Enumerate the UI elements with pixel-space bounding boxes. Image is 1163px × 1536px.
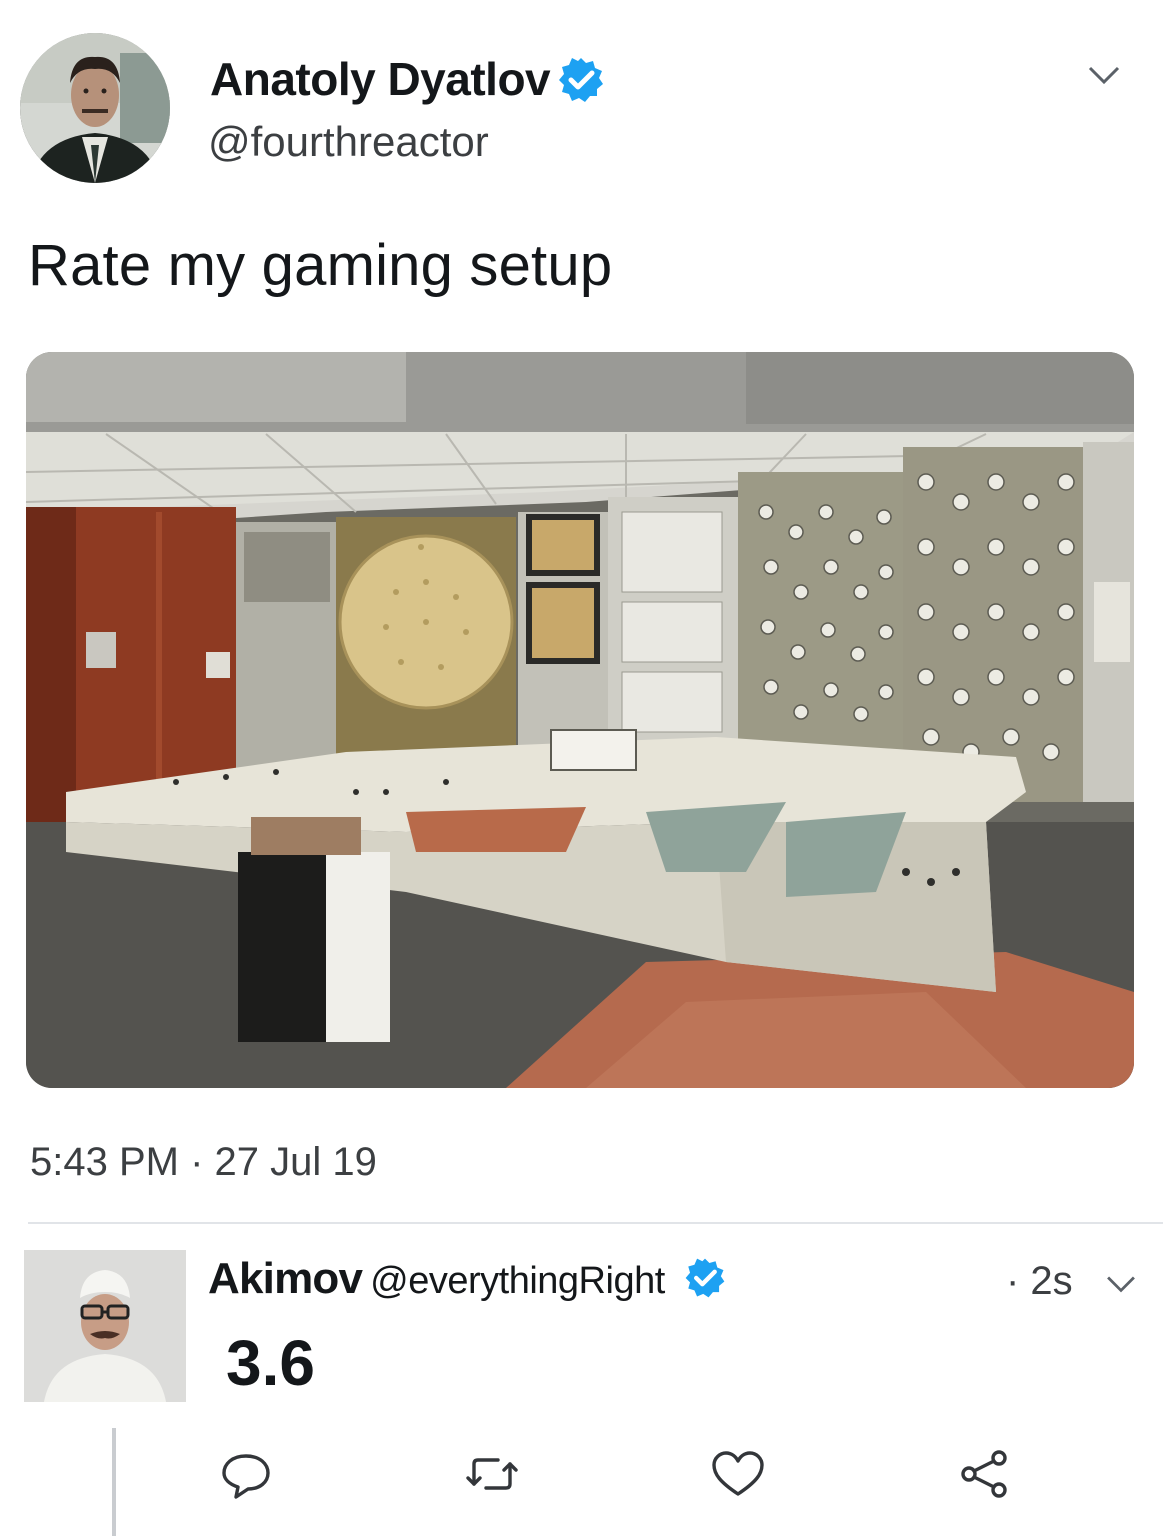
reply-icon[interactable] [216,1444,276,1504]
avatar-photo-icon [24,1250,186,1402]
like-icon[interactable] [708,1444,768,1504]
tweet-timestamp[interactable]: 5:43 PM · 27 Jul 19 [30,1140,377,1185]
reply-handle[interactable]: @everythingRight [370,1260,665,1302]
chevron-down-icon[interactable] [1086,62,1122,88]
reply-text: 3.6 [226,1327,315,1399]
reply-time[interactable]: · 2s [1006,1259,1073,1304]
reply-display-name[interactable]: Akimov [208,1254,363,1303]
chevron-down-icon[interactable] [1104,1272,1138,1296]
retweet-icon[interactable] [462,1444,522,1504]
tweet-photo[interactable] [26,352,1134,1088]
author-avatar[interactable] [20,33,170,183]
verified-badge-icon [556,55,606,105]
thread-line [112,1428,116,1536]
author-display-name[interactable]: Anatoly Dyatlov [210,52,551,106]
reply-author-name[interactable]: Akimov @everythingRight [208,1254,665,1304]
share-icon[interactable] [955,1444,1015,1504]
author-handle[interactable]: @fourthreactor [208,118,489,166]
verified-badge-icon [683,1256,727,1300]
control-room-photo [26,352,1134,1088]
tweet-text: Rate my gaming setup [28,233,613,298]
divider [28,1222,1163,1224]
avatar-photo-icon [20,33,170,183]
reply-avatar[interactable] [24,1250,186,1402]
